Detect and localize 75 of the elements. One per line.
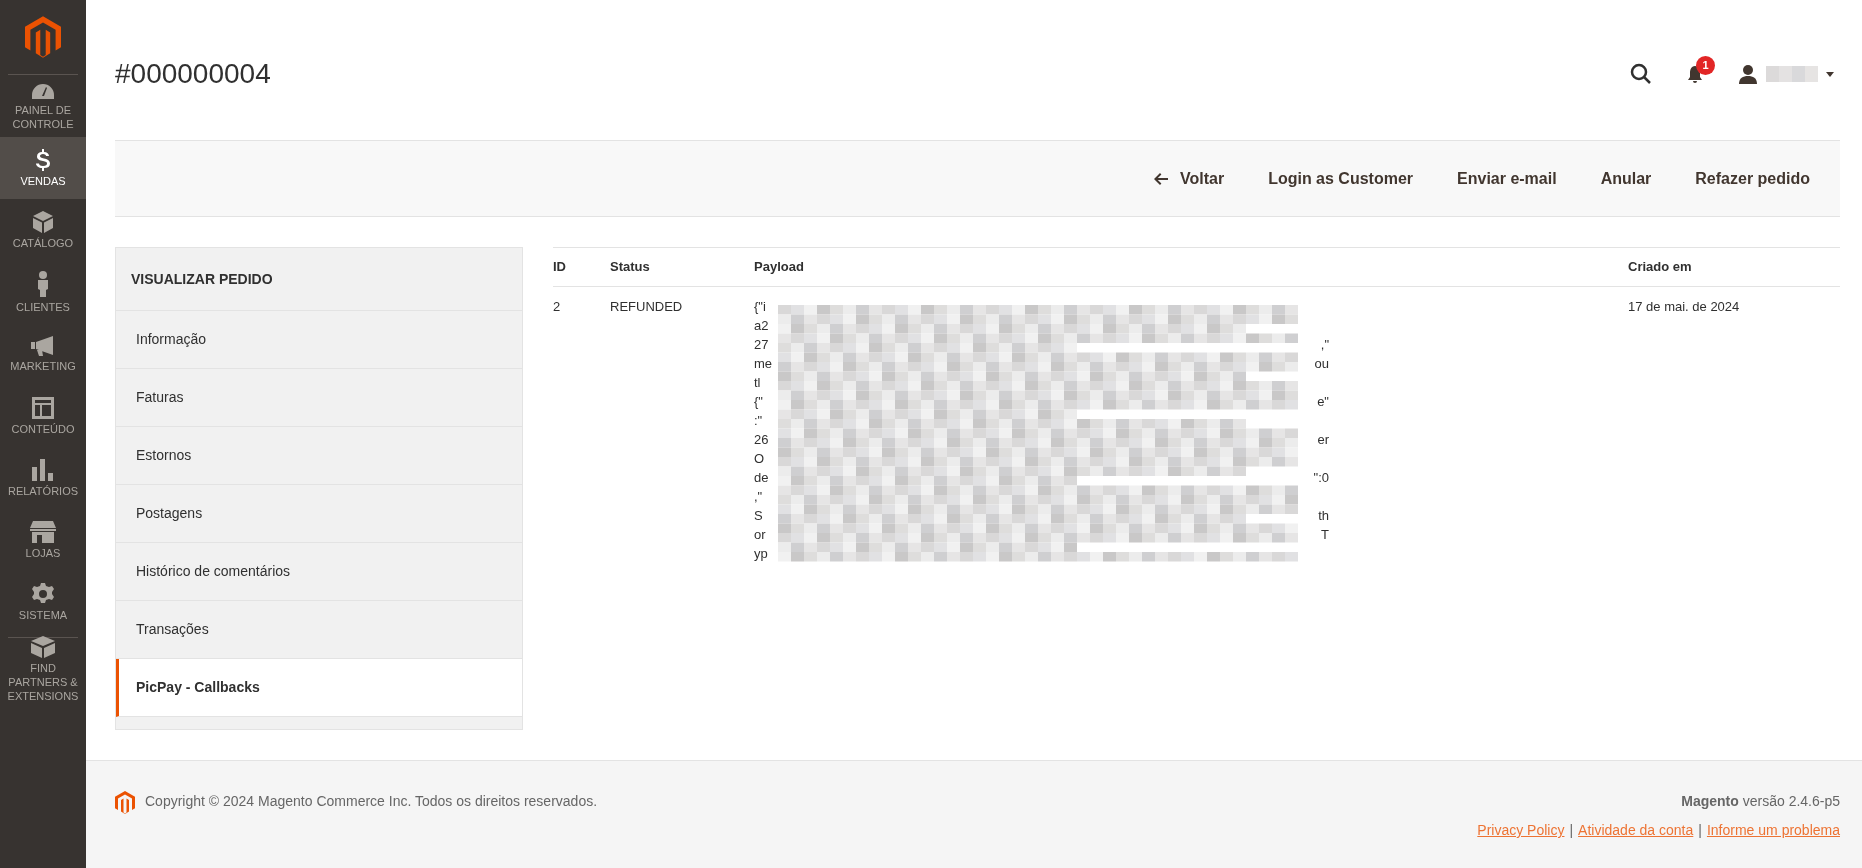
panel-heading: VISUALIZAR PEDIDO xyxy=(116,248,522,311)
box-icon xyxy=(33,210,53,233)
action-button[interactable]: Refazer pedido xyxy=(1675,158,1830,199)
table-cell: REFUNDED xyxy=(610,286,754,575)
user-icon xyxy=(1738,64,1758,84)
search-icon[interactable] xyxy=(1630,63,1652,85)
menu-item[interactable]: CONTEÚDO xyxy=(0,385,86,447)
payload-text: ou xyxy=(1314,355,1329,373)
nav-tab[interactable]: Faturas xyxy=(116,369,522,427)
nav-tab[interactable]: Estornos xyxy=(116,427,522,485)
arrow-left-icon xyxy=(1153,172,1168,185)
payload-text: or xyxy=(754,526,766,544)
menu-item[interactable]: SISTEMA xyxy=(0,571,86,633)
menu-item[interactable]: FIND PARTNERS & EXTENSIONS xyxy=(0,638,86,700)
payload-text: a2 xyxy=(754,317,769,335)
back-button[interactable]: Voltar xyxy=(1133,158,1245,199)
menu-item[interactable]: CATÁLOGO xyxy=(0,199,86,261)
separator: | xyxy=(1697,821,1703,840)
payload-text: me xyxy=(754,355,773,373)
menu-item[interactable]: MARKETING xyxy=(0,323,86,385)
account-menu[interactable] xyxy=(1738,64,1834,84)
action-button[interactable]: Anular xyxy=(1580,158,1672,199)
action-button[interactable]: Enviar e-mail xyxy=(1437,158,1577,199)
megaphone-icon xyxy=(31,335,55,356)
payload-text: e" xyxy=(1317,393,1329,411)
payload-text: ," xyxy=(1320,336,1329,354)
payload-text: er xyxy=(1317,431,1329,449)
payload-text: T xyxy=(1321,526,1329,544)
logo-icon[interactable] xyxy=(25,16,61,58)
layout-icon xyxy=(32,396,54,419)
table-cell: 17 de mai. de 2024 xyxy=(1628,286,1840,575)
person-icon xyxy=(37,270,49,297)
payload-text: S xyxy=(754,507,763,525)
nav-tab[interactable]: Histórico de comentários xyxy=(116,543,522,601)
bell-icon[interactable] xyxy=(1686,64,1704,84)
caret-icon xyxy=(1826,71,1834,77)
action-button[interactable]: Login as Customer xyxy=(1248,158,1434,199)
menu-item[interactable]: VENDAS xyxy=(0,137,86,199)
nav-tab[interactable]: Informação xyxy=(116,311,522,369)
table-cell: 2 xyxy=(553,286,610,575)
menu-item[interactable]: CLIENTES xyxy=(0,261,86,323)
store-icon xyxy=(30,520,56,543)
blocks-icon xyxy=(31,635,55,658)
payload-text: 26 xyxy=(754,431,769,449)
logo-icon xyxy=(115,791,135,814)
column-header: Payload xyxy=(754,247,1628,287)
payload-text: de xyxy=(754,469,769,487)
page-title: #000000004 xyxy=(115,57,272,91)
redacted-name xyxy=(1766,66,1818,82)
payload-text: {"i xyxy=(754,298,766,316)
column-header: Status xyxy=(610,247,754,287)
payload-text: tl xyxy=(754,374,761,392)
copyright-text: Copyright © 2024 Magento Commerce Inc. Todos os direitos reservados. xyxy=(145,792,598,811)
menu-item[interactable]: PAINEL DE CONTROLE xyxy=(0,75,86,137)
version-text: Magento versão 2.4.6-p5 xyxy=(1681,792,1840,811)
payload-text: yp xyxy=(754,545,768,563)
payload-text: O xyxy=(754,450,765,468)
payload-text: ," xyxy=(754,488,763,506)
nav-tab[interactable]: PicPay - Callbacks xyxy=(116,659,522,717)
nav-tab[interactable]: Postagens xyxy=(116,485,522,543)
menu-item[interactable]: RELATÓRIOS xyxy=(0,447,86,509)
separator: | xyxy=(1568,821,1575,840)
payload-text: ":0 xyxy=(1313,469,1329,487)
menu-item[interactable]: LOJAS xyxy=(0,509,86,571)
dollar-icon xyxy=(36,148,50,171)
gear-icon xyxy=(32,582,54,605)
notification-count: 1 xyxy=(1696,56,1715,75)
gauge-icon xyxy=(31,81,55,100)
bar-chart-icon xyxy=(32,458,54,481)
column-header: ID xyxy=(553,247,610,287)
column-header: Criado em xyxy=(1628,247,1840,287)
payload-text: :" xyxy=(754,412,763,430)
payload-text: th xyxy=(1318,507,1329,525)
payload-text: {" xyxy=(754,393,763,411)
payload-text: 27 xyxy=(754,336,769,354)
